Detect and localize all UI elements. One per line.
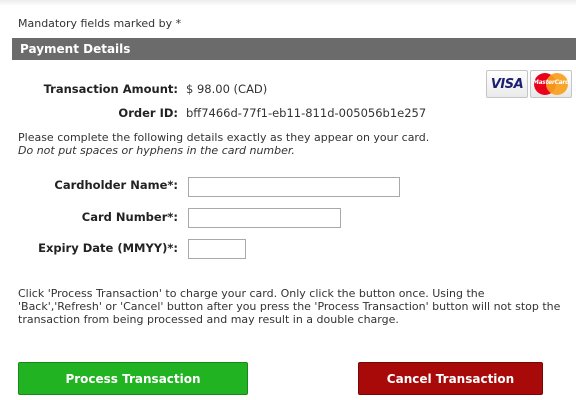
mastercard-logo-text: MasterCard xyxy=(532,79,570,86)
cardholder-name-label: Cardholder Name*: xyxy=(54,178,178,192)
mastercard-logo-icon: MasterCard xyxy=(530,70,572,98)
card-number-label: Card Number*: xyxy=(81,210,178,224)
payment-details-header: Payment Details xyxy=(12,38,576,60)
expiry-date-label: Expiry Date (MMYY)*: xyxy=(38,241,178,255)
top-divider xyxy=(0,0,576,6)
transaction-amount-label: Transaction Amount: xyxy=(43,82,178,96)
cardholder-name-input[interactable] xyxy=(188,177,400,197)
card-number-input[interactable] xyxy=(188,208,341,228)
card-logos: VISA MasterCard xyxy=(486,70,572,98)
instructions: Please complete the following details ex… xyxy=(18,131,429,157)
instructions-line-2: Do not put spaces or hyphens in the card… xyxy=(18,144,295,157)
instructions-line-1: Please complete the following details ex… xyxy=(18,131,430,144)
process-transaction-button[interactable]: Process Transaction xyxy=(18,362,248,395)
mandatory-note: Mandatory fields marked by * xyxy=(18,17,182,30)
visa-logo-icon: VISA xyxy=(486,70,528,98)
expiry-date-input[interactable] xyxy=(188,239,246,259)
cancel-transaction-button[interactable]: Cancel Transaction xyxy=(358,362,543,395)
notice-line-3: transaction from being processed and may… xyxy=(18,313,399,326)
double-charge-notice: Click 'Process Transaction' to charge yo… xyxy=(18,287,573,326)
payment-page: Mandatory fields marked by * Payment Det… xyxy=(0,0,576,400)
transaction-amount-value: $ 98.00 (CAD) xyxy=(186,82,268,96)
order-id-value: bff7466d-77f1-eb11-811d-005056b1e257 xyxy=(186,106,427,120)
order-id-label: Order ID: xyxy=(118,106,178,120)
notice-line-2: 'Back','Refresh' or 'Cancel' button afte… xyxy=(18,300,561,313)
notice-line-1: Click 'Process Transaction' to charge yo… xyxy=(18,287,485,300)
